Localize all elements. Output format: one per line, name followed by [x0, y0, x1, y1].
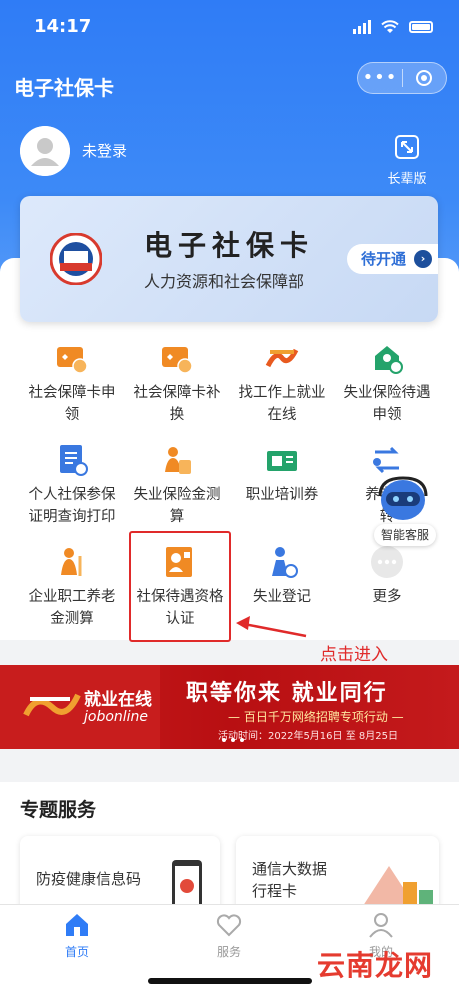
robot-icon	[378, 476, 428, 520]
battery-icon	[409, 21, 433, 33]
job-online-logo-icon	[23, 693, 81, 717]
expand-icon	[395, 135, 419, 159]
tab-services-label: 服务	[216, 945, 241, 959]
banner-logo: 就业在线 jobonline	[0, 665, 160, 749]
banner-headline: 职等你来 就业同行	[186, 681, 388, 706]
service-label: 证明查询打印	[28, 509, 116, 525]
page-title: 电子社保卡	[14, 76, 114, 100]
service-training-voucher[interactable]: 职业培训券	[225, 442, 339, 506]
tab-home-label: 首页	[64, 945, 89, 959]
close-mini-program-button[interactable]	[403, 70, 446, 86]
service-label: 社会保障卡申	[28, 385, 116, 401]
service-label: 失业保险金测	[133, 487, 221, 503]
unemployment-register-icon	[264, 544, 300, 580]
elder-mode-button[interactable]: 长辈版	[385, 134, 429, 187]
click-annotation: 点击进入	[320, 645, 388, 665]
card-title: 电子社保卡	[144, 229, 315, 262]
card-subtitle: 人力资源和社会保障部	[144, 272, 305, 291]
watermark: 云南龙网	[316, 949, 433, 982]
service-label: 个人社保参保	[28, 487, 116, 503]
service-label: 找工作上就业	[238, 385, 326, 401]
service-label: 职业培训券	[245, 487, 319, 503]
service-unemployment-register[interactable]: 失业登记	[225, 544, 339, 608]
avatar[interactable]	[20, 126, 70, 176]
pension-calc-icon	[54, 544, 90, 580]
card-replace-icon	[159, 340, 195, 376]
service-label: 换	[169, 407, 185, 423]
service-more[interactable]: 更多	[330, 544, 444, 608]
topic-card-title: 通信大数据	[252, 860, 328, 878]
job-online-banner[interactable]: 就业在线 jobonline 职等你来 就业同行 — 百日千万网络招聘专项行动 …	[0, 665, 459, 749]
service-pension-calc[interactable]: 企业职工养老 金测算	[15, 544, 129, 630]
job-search-icon	[264, 340, 300, 376]
login-status[interactable]: 未登录	[82, 140, 127, 161]
smart-service-robot[interactable]: 智能客服	[370, 474, 436, 550]
banner-date: 活动时间：2022年5月16日 至 8月25日	[218, 731, 398, 742]
certificate-print-icon	[54, 442, 90, 478]
banner-logo-en: jobonline	[84, 709, 149, 725]
home-indicator	[148, 978, 312, 984]
card-apply-icon	[54, 340, 90, 376]
tab-home[interactable]: 首页	[42, 911, 112, 960]
status-time: 14:17	[34, 16, 92, 37]
activate-label: 待开通	[360, 250, 406, 268]
highlight-box	[129, 531, 231, 642]
robot-label: 智能客服	[374, 524, 436, 546]
elder-mode-label: 长辈版	[387, 172, 427, 187]
status-bar: 14:17	[0, 14, 459, 42]
social-security-logo-icon	[50, 233, 102, 285]
more-menu-button[interactable]: •••	[358, 63, 402, 93]
user-silhouette-icon	[20, 126, 70, 176]
service-certificate-print[interactable]: 个人社保参保 证明查询打印	[15, 442, 129, 528]
user-icon	[367, 911, 395, 939]
service-label: 更多	[372, 589, 402, 605]
service-label: 失业保险待遇	[343, 385, 431, 401]
service-label: 领	[64, 407, 80, 423]
banner-subline: — 百日千万网络招聘专项行动 —	[228, 710, 404, 724]
home-icon	[63, 911, 91, 939]
social-security-card[interactable]: 电子社保卡 人力资源和社会保障部 待开通 ›	[20, 196, 438, 322]
wifi-icon	[381, 20, 399, 33]
service-benefit-calc[interactable]: 失业保险金测 算	[120, 442, 234, 528]
topic-card-title: 防疫健康信息码	[36, 870, 142, 888]
benefit-calc-icon	[159, 442, 195, 478]
status-icons	[353, 20, 433, 34]
unemployment-benefit-icon	[369, 340, 405, 376]
service-label: 社会保障卡补	[133, 385, 221, 401]
activate-card-button[interactable]: 待开通 ›	[346, 244, 438, 274]
pension-transfer-icon	[369, 442, 405, 478]
topic-card-title: 行程卡	[252, 882, 298, 900]
service-label: 在线	[267, 407, 297, 423]
service-job-search[interactable]: 找工作上就业 在线	[225, 340, 339, 426]
service-label: 失业登记	[253, 589, 311, 605]
training-voucher-icon	[264, 442, 300, 478]
heart-icon	[215, 911, 243, 939]
banner-logo-cn: 就业在线	[84, 690, 152, 710]
carousel-indicator	[222, 738, 244, 742]
target-icon	[416, 70, 433, 86]
service-label: 申领	[372, 407, 402, 423]
mini-program-capsule: •••	[357, 62, 447, 94]
chevron-right-icon: ›	[414, 250, 432, 268]
service-card-apply[interactable]: 社会保障卡申 领	[15, 340, 129, 426]
service-label: 企业职工养老	[28, 589, 116, 605]
tab-services[interactable]: 服务	[194, 911, 264, 960]
service-label: 算	[169, 509, 185, 525]
signal-icon	[353, 20, 371, 34]
service-unemployment-benefit[interactable]: 失业保险待遇 申领	[330, 340, 444, 426]
section-title: 专题服务	[20, 799, 97, 821]
service-label: 金测算	[50, 611, 94, 627]
service-card-replace[interactable]: 社会保障卡补 换	[120, 340, 234, 426]
